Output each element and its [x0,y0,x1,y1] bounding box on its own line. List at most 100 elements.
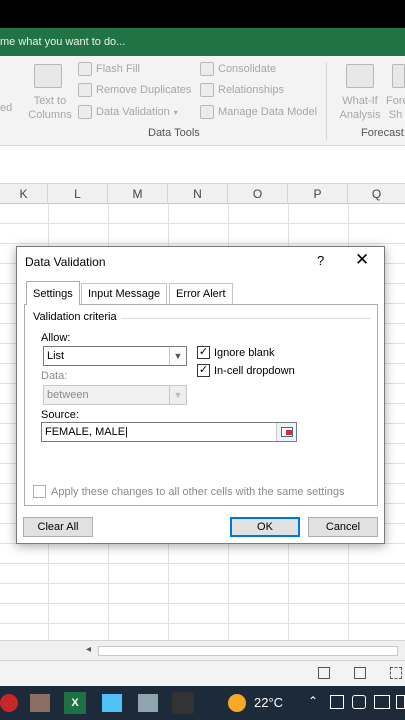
tray-icon[interactable] [396,695,405,709]
data-select: between ▼ [43,385,187,405]
column-header-n[interactable]: N [168,184,228,204]
consolidate-button[interactable]: Consolidate [200,62,276,76]
ok-button[interactable]: OK [230,517,300,537]
consolidate-label: Consolidate [218,63,277,75]
scrollbar-track[interactable] [98,646,398,656]
source-label: Source: [41,409,79,421]
tab-input-message[interactable]: Input Message [81,283,168,304]
column-header-l[interactable]: L [48,184,108,204]
manage-data-model-label: Manage Data Model [218,106,318,118]
camera-app-icon[interactable] [172,692,194,714]
allow-value: List [47,350,65,362]
data-validation-icon [78,105,92,119]
column-header-k[interactable]: K [0,184,48,204]
text-to-columns-button[interactable]: Text to Columns [20,94,80,122]
scroll-left-icon[interactable]: ◂ [86,644,91,655]
settings-panel: Validation criteria Allow: List ▼ ✓ Igno… [24,304,378,506]
ribbon-partial-label: ed [0,102,13,114]
tray-icon[interactable] [374,695,390,709]
section-title: Validation criteria [33,311,117,323]
data-validation-button[interactable]: Data Validation ▾ [78,105,178,119]
allow-select[interactable]: List ▼ [43,346,187,366]
temperature-text: 22°C [254,695,284,710]
group-label-forecast: Forecast [361,127,404,139]
status-bar [0,660,405,686]
ignore-blank-label: Ignore blank [214,346,275,359]
relationships-label: Relationships [218,84,285,96]
taskbar: X 22°C ⌃ [0,686,405,720]
remove-duplicates-label: Remove Duplicates [96,84,192,96]
normal-view-icon[interactable] [318,667,330,679]
clear-all-button[interactable]: Clear All [23,517,93,537]
checkbox-checked-icon: ✓ [197,346,210,359]
chevron-down-icon: ▼ [169,347,186,365]
column-headers: K L M N O P Q [0,184,405,204]
app-icon[interactable] [0,694,18,712]
ribbon-data-tab: ed Text to Columns Flash Fill Remove Dup… [0,56,405,146]
tray-icon[interactable] [352,695,366,709]
tab-error-alert[interactable]: Error Alert [169,283,233,304]
forecast-label-1: Fore [386,95,405,107]
manage-data-model-button[interactable]: Manage Data Model [200,105,317,119]
in-cell-dropdown-label: In-cell dropdown [214,364,295,377]
app-icon[interactable] [30,694,50,712]
flash-fill-label: Flash Fill [96,63,141,75]
tab-settings[interactable]: Settings [26,281,80,305]
tell-me-bar[interactable]: me what you want to do... [0,28,405,56]
app-icon[interactable] [138,694,158,712]
section-divider [121,318,371,319]
flash-fill-icon [78,62,92,76]
column-header-q[interactable]: Q [348,184,405,204]
data-value: between [47,389,89,401]
column-header-m[interactable]: M [108,184,168,204]
forecast-sheet-button[interactable]: Fore Sh [386,94,405,122]
help-button[interactable]: ? [317,253,324,268]
column-header-o[interactable]: O [228,184,288,204]
text-to-columns-label-2: Columns [28,109,72,121]
data-label: Data: [41,370,68,382]
text-to-columns-icon [34,64,62,88]
flash-fill-button[interactable]: Flash Fill [78,62,140,76]
app-icon[interactable] [102,694,122,712]
apply-to-all-checkbox[interactable]: Apply these changes to all other cells w… [33,485,345,498]
forecast-label-2: Sh [388,109,403,121]
what-if-label-1: What-If [342,95,378,107]
what-if-label-2: Analysis [339,109,381,121]
apply-to-all-label: Apply these changes to all other cells w… [51,485,345,498]
excel-icon[interactable]: X [64,692,86,714]
column-header-p[interactable]: P [288,184,348,204]
source-value: FEMALE, MALE [45,426,126,438]
dialog-title: Data Validation [25,255,106,269]
what-if-analysis-icon [346,64,374,88]
range-arrow-icon [286,430,292,435]
consolidate-icon [200,62,214,76]
chevron-up-icon[interactable]: ⌃ [308,694,318,708]
relationships-icon [200,83,214,97]
what-if-analysis-button[interactable]: What-If Analysis [334,94,386,122]
formula-bar-area[interactable] [0,146,405,184]
close-button[interactable]: ✕ [355,250,369,270]
chevron-down-icon: ▾ [173,107,178,117]
group-label-data-tools: Data Tools [148,127,200,139]
checkbox-unchecked-icon [33,485,46,498]
tray-icon[interactable] [330,695,344,709]
page-break-preview-icon[interactable] [390,667,402,679]
forecast-sheet-icon [392,64,405,88]
cancel-button[interactable]: Cancel [308,517,378,537]
ignore-blank-checkbox[interactable]: ✓ Ignore blank [197,346,275,359]
page-layout-icon[interactable] [354,667,366,679]
source-input[interactable]: FEMALE, MALE| [41,422,297,442]
top-bar [0,0,405,28]
text-to-columns-label-1: Text to [33,95,67,107]
checkbox-checked-icon: ✓ [197,364,210,377]
horizontal-scrollbar[interactable]: ◂ [0,640,405,660]
weather-icon [228,694,246,712]
remove-duplicates-button[interactable]: Remove Duplicates [78,83,191,97]
allow-label: Allow: [41,332,71,344]
data-validation-label: Data Validation [96,106,170,118]
relationships-button[interactable]: Relationships [200,83,284,97]
ribbon-separator [326,62,327,140]
in-cell-dropdown-checkbox[interactable]: ✓ In-cell dropdown [197,364,295,377]
range-selector-button[interactable] [276,423,296,441]
manage-data-model-icon [200,105,214,119]
